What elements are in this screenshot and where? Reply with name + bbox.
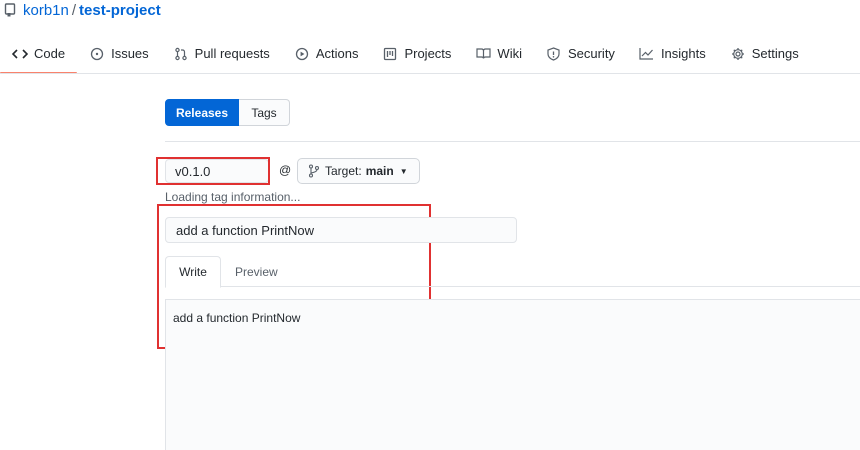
tab-label: Wiki: [497, 46, 522, 61]
loading-tag-text: Loading tag information...: [165, 190, 301, 204]
code-icon: [12, 46, 28, 62]
releases-tags-switch: Releases Tags: [165, 99, 290, 126]
tabs-divider: [0, 73, 860, 74]
pull-request-icon: [173, 46, 189, 62]
tab-label: Insights: [660, 46, 706, 61]
caret-down-icon: ▼: [399, 166, 408, 176]
graph-icon: [639, 46, 655, 62]
tab-label: Projects: [404, 46, 452, 61]
description-text: add a function PrintNow: [173, 311, 301, 325]
tab-wiki[interactable]: Wiki: [463, 34, 534, 73]
tab-label: Actions: [315, 46, 359, 61]
tab-actions[interactable]: Actions: [282, 34, 371, 73]
tab-pull-requests[interactable]: Pull requests: [161, 34, 282, 73]
section-divider: [165, 141, 860, 142]
tab-projects[interactable]: Projects: [370, 34, 463, 73]
tab-settings[interactable]: Settings: [718, 34, 811, 73]
releases-button[interactable]: Releases: [165, 99, 239, 126]
repo-icon: [4, 3, 17, 17]
repo-nav-tabs: Code Issues Pull requests Actions Projec…: [0, 34, 860, 74]
tab-security[interactable]: Security: [534, 34, 627, 73]
tab-issues[interactable]: Issues: [77, 34, 161, 73]
editor-tabs: Write Preview: [165, 256, 860, 288]
repo-header: korb1n / test-project: [4, 0, 161, 20]
target-branch-name: main: [365, 164, 394, 178]
tab-label: Security: [567, 46, 615, 61]
release-title-input[interactable]: add a function PrintNow: [165, 217, 517, 243]
repo-name-link[interactable]: test-project: [79, 2, 161, 19]
branch-icon: [308, 164, 320, 178]
release-description-textarea[interactable]: add a function PrintNow: [165, 299, 860, 450]
repo-owner-link[interactable]: korb1n: [23, 2, 69, 19]
tab-label: Pull requests: [194, 46, 270, 61]
project-icon: [382, 46, 398, 62]
target-label: Target:: [325, 164, 362, 178]
issue-icon: [89, 46, 105, 62]
target-branch-dropdown[interactable]: Target: main ▼: [297, 158, 420, 184]
at-symbol: @: [279, 163, 292, 177]
write-tab[interactable]: Write: [165, 256, 221, 288]
tab-code[interactable]: Code: [0, 34, 78, 74]
tab-label: Settings: [751, 46, 799, 61]
preview-tab[interactable]: Preview: [235, 256, 278, 287]
book-icon: [475, 46, 491, 62]
highlight-box-tag: [156, 157, 270, 185]
tab-insights[interactable]: Insights: [627, 34, 718, 73]
tab-label: Issues: [111, 46, 149, 61]
tab-label: Code: [34, 46, 66, 61]
tags-button[interactable]: Tags: [239, 99, 290, 126]
play-icon: [294, 46, 310, 62]
repo-separator: /: [71, 1, 77, 19]
shield-icon: [546, 46, 562, 62]
gear-icon: [730, 46, 746, 62]
